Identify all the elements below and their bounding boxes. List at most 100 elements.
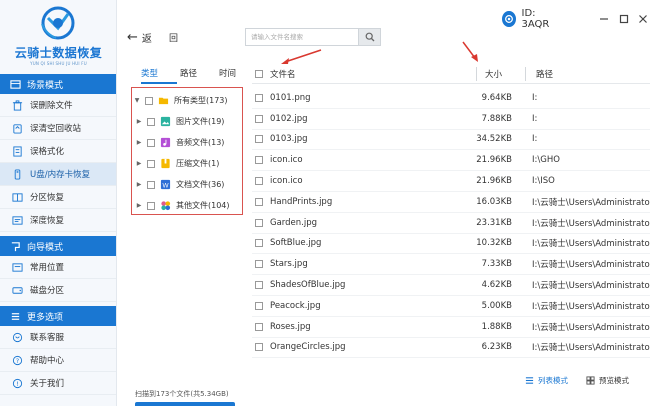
tree-item-images[interactable]: ▶ 图片文件(19) [132, 111, 242, 132]
minimize-icon [600, 18, 609, 20]
row-checkbox[interactable] [255, 239, 263, 248]
nav-help-center[interactable]: ? 帮助中心 [0, 349, 116, 372]
support-icon [12, 332, 23, 342]
table-row[interactable]: 0102.jpg 7.88KB I: [252, 109, 650, 130]
caret-right-icon[interactable]: ▶ [134, 181, 144, 188]
recycle-bin-icon [13, 123, 22, 134]
row-checkbox[interactable] [255, 177, 263, 186]
recover-button-edge[interactable] [135, 402, 235, 406]
checkbox[interactable] [147, 138, 155, 147]
file-type-tree: ▼ 所有类型(173) ▶ 图片文件(19) ▶ 音频文件(13) ▶ 压缩文件… [131, 87, 243, 215]
tree-item-documents[interactable]: ▶ W 文档文件(36) [132, 174, 242, 195]
row-checkbox[interactable] [255, 156, 263, 165]
table-row[interactable]: Stars.jpg 7.33KB I:\云骑士\Users\Administrato… [252, 254, 650, 276]
tree-item-others[interactable]: ▶ 其他文件(104) [132, 195, 242, 216]
nav-partition-recovery[interactable]: 分区恢复 [0, 186, 116, 209]
nav-format[interactable]: 误格式化 [0, 140, 116, 163]
tab-time[interactable]: 时间 [209, 67, 248, 79]
tab-type[interactable]: 类型 [131, 67, 170, 79]
close-button[interactable] [637, 11, 650, 27]
header-name[interactable]: 文件名 [270, 68, 476, 80]
table-row[interactable]: ShadesOfBlue.jpg 4.62KB I:\云骑士\Users\Admin… [252, 275, 650, 296]
checkbox[interactable] [147, 201, 155, 210]
select-all-checkbox[interactable] [255, 69, 263, 78]
file-name: Stars.jpg [270, 259, 308, 270]
table-row[interactable]: Roses.jpg 1.88KB I:\云骑士\Users\Administrato… [252, 317, 650, 338]
column-divider[interactable] [476, 66, 477, 81]
file-name: Roses.jpg [270, 321, 311, 332]
tree-tabs: 类型 路径 时间 [131, 67, 248, 79]
table-row[interactable]: icon.ico 21.96KB I:\ISO [252, 171, 650, 192]
logo-title: 云骑士数据恢复 [14, 46, 103, 60]
row-checkbox[interactable] [255, 301, 263, 310]
checkbox[interactable] [147, 180, 155, 189]
checkbox[interactable] [147, 159, 155, 168]
nav-deep-recovery[interactable]: 深度恢复 [0, 209, 116, 232]
back-button[interactable]: ← 返 [127, 30, 152, 46]
table-row[interactable]: Peacock.jpg 5.00KB I:\云骑士\Users\Administra… [252, 296, 650, 317]
nav-usb-recovery[interactable]: U盘/内存卡恢复 [0, 163, 116, 186]
file-path: I: [532, 134, 538, 145]
home-button[interactable]: 回 [169, 31, 178, 44]
table-row[interactable]: OrangeCircles.jpg 6.23KB I:\云骑士\Users\Admi… [252, 338, 650, 359]
row-checkbox[interactable] [255, 322, 263, 331]
file-size: 34.52KB [476, 134, 512, 145]
row-checkbox[interactable] [255, 114, 263, 123]
file-name: Peacock.jpg [270, 300, 321, 311]
table-row[interactable]: 0101.png 9.64KB I: [252, 88, 650, 109]
preview-mode-button[interactable]: 预览模式 [586, 375, 629, 386]
file-size: 4.62KB [481, 280, 512, 291]
caret-right-icon[interactable]: ▶ [134, 202, 144, 209]
checkbox[interactable] [145, 96, 153, 105]
caret-right-icon[interactable]: ▶ [134, 118, 144, 125]
table-row[interactable]: HandPrints.jpg 16.03KB I:\云骑士\Users\Admini… [252, 192, 650, 213]
row-checkbox[interactable] [255, 93, 263, 102]
search-input[interactable] [246, 29, 358, 45]
nav-contact-support[interactable]: 联系客服 [0, 326, 116, 349]
tree-root-all-types[interactable]: ▼ 所有类型(173) [132, 90, 242, 111]
caret-right-icon[interactable]: ▶ [134, 160, 144, 167]
nav-common-locations[interactable]: 常用位置 [0, 256, 116, 279]
file-name: OrangeCircles.jpg [270, 342, 346, 353]
row-checkbox[interactable] [255, 343, 263, 352]
more-options-icon [11, 312, 20, 320]
checkbox[interactable] [147, 117, 155, 126]
file-path: I:\云骑士\Users\Administrator\ [532, 301, 650, 312]
row-checkbox[interactable] [255, 135, 263, 144]
file-path: I:\云骑士\Users\Administrator\ [532, 218, 650, 229]
file-size: 21.96KB [476, 155, 512, 166]
tab-path[interactable]: 路径 [170, 67, 209, 79]
caret-down-icon[interactable]: ▼ [132, 97, 142, 104]
nav-about-us[interactable]: ! 关于我们 [0, 372, 116, 395]
table-row[interactable]: Garden.jpg 23.31KB I:\云骑士\Users\Administra… [252, 213, 650, 234]
table-row[interactable]: 0103.jpg 34.52KB I: [252, 130, 650, 151]
nav-deleted-files[interactable]: 误删除文件 [0, 94, 116, 117]
nav-disk-partition[interactable]: 磁盘分区 [0, 279, 116, 302]
nav-recycle-bin[interactable]: 误清空回收站 [0, 117, 116, 140]
tree-item-archives[interactable]: ▶ 压缩文件(1) [132, 153, 242, 174]
file-list: 0101.png 9.64KB I: 0102.jpg 7.88KB I: 0103.jpg… [252, 88, 650, 359]
search-button[interactable] [358, 29, 380, 45]
table-row[interactable]: SoftBlue.jpg 10.32KB I:\云骑士\Users\Administ… [252, 234, 650, 255]
row-checkbox[interactable] [255, 281, 263, 290]
header-size[interactable]: 大小 [485, 68, 525, 80]
row-checkbox[interactable] [255, 218, 263, 227]
minimize-button[interactable] [598, 11, 612, 27]
row-checkbox[interactable] [255, 197, 263, 206]
view-switch: 列表模式 预览模式 [525, 375, 629, 386]
file-size: 6.23KB [481, 342, 512, 353]
section-scene-mode: 场景模式 [0, 74, 116, 94]
tree-item-audio[interactable]: ▶ 音频文件(13) [132, 132, 242, 153]
row-checkbox[interactable] [255, 260, 263, 269]
column-divider[interactable] [525, 66, 526, 81]
file-size: 16.03KB [476, 196, 512, 207]
nav-partition-recovery-label: 分区恢复 [30, 193, 65, 203]
maximize-button[interactable] [617, 11, 631, 27]
table-row[interactable]: icon.ico 21.96KB I:\GHO [252, 150, 650, 172]
nav-deleted-files-label: 误删除文件 [30, 101, 73, 111]
list-mode-button[interactable]: 列表模式 [525, 375, 568, 386]
header-path[interactable]: 路径 [536, 68, 553, 80]
nav-deep-recovery-label: 深度恢复 [30, 216, 65, 226]
main-panel: ID: 3AQR ← 返 回 类型 路径 时间 ▼ 所有类型(173) [117, 0, 650, 406]
caret-right-icon[interactable]: ▶ [134, 139, 144, 146]
